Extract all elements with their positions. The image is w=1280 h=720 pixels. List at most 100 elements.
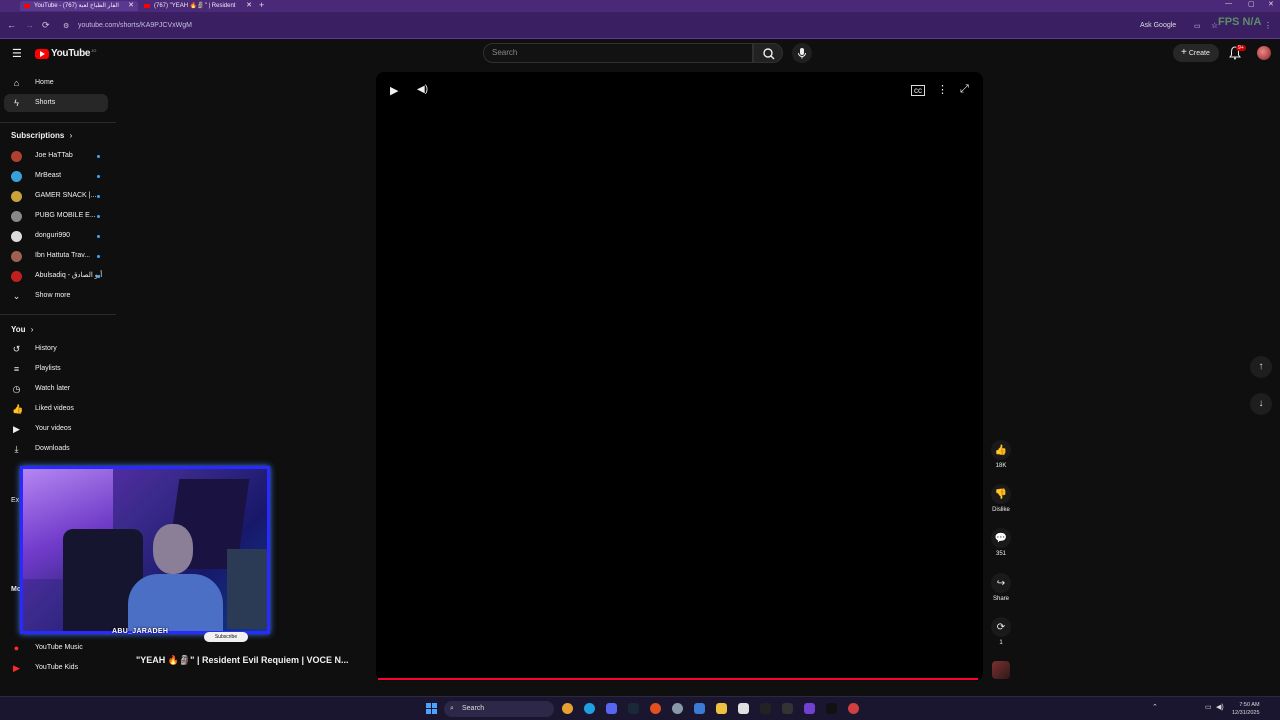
sidebar-item-label: Watch later [35, 385, 71, 392]
sidebar-item-label: YouTube Kids [35, 664, 79, 671]
account-avatar[interactable] [1257, 46, 1271, 60]
streamer-head [153, 524, 193, 574]
close-window-icon[interactable]: ✕ [1268, 0, 1274, 8]
search-input[interactable]: Search [483, 43, 753, 63]
sidebar-item-subscription[interactable]: Joe HaTTab [4, 147, 108, 165]
chrome-icon[interactable] [562, 703, 573, 714]
url-field[interactable]: youtube.com/shorts/KA9PJCVxWgM [78, 22, 192, 29]
notification-count-badge: 9+ [1236, 45, 1246, 51]
sidebar-item-downloads[interactable]: ⤓ Downloads [4, 440, 108, 458]
cast-icon[interactable]: ▭ [1194, 22, 1201, 30]
terminal-icon[interactable] [826, 703, 837, 714]
file-explorer-icon[interactable] [716, 703, 727, 714]
wifi-icon[interactable]: ▭ [1205, 703, 1212, 711]
channel-avatar [11, 171, 22, 182]
chrome-active-icon[interactable] [848, 703, 859, 714]
teams-icon[interactable] [804, 703, 815, 714]
forward-icon[interactable]: → [25, 20, 34, 30]
close-tab-icon[interactable]: ✕ [246, 1, 252, 11]
more-options-icon[interactable]: ⋮ [937, 83, 948, 96]
share-button[interactable]: ↪ Share [986, 573, 1016, 602]
channel-avatar [11, 211, 22, 222]
video-progress-bar[interactable] [378, 678, 978, 680]
ask-google-button[interactable]: Ask Google [1140, 22, 1176, 29]
previous-short-button[interactable]: ↑ [1250, 356, 1272, 378]
new-tab-button[interactable]: + [259, 0, 264, 10]
shorts-video-player[interactable]: ▶ ◀) cc ⋮ ⤢ [376, 72, 983, 681]
chevron-down-icon: ⌄ [12, 291, 21, 301]
microphone-icon [798, 48, 806, 59]
youtube-logo[interactable]: YouTube JO [35, 48, 96, 59]
hamburger-menu-icon[interactable]: ☰ [12, 47, 22, 60]
sidebar-item-subscription[interactable]: PUBG MOBILE E... [4, 207, 108, 225]
sidebar-item-shorts[interactable]: ϟ Shorts [4, 94, 108, 112]
volume-tray-icon[interactable]: ◀) [1216, 703, 1224, 711]
menu-dots-icon[interactable]: ⋮ [1264, 21, 1272, 30]
downloads-icon: ⤓ [14, 444, 19, 454]
like-button[interactable]: 👍 18K [986, 440, 1016, 469]
app-icon[interactable] [782, 703, 793, 714]
sidebar-item-subscription[interactable]: Ibn Hattuta Trav... [4, 247, 108, 265]
notepad-icon[interactable] [738, 703, 749, 714]
you-heading[interactable]: You › [11, 325, 33, 334]
sidebar-item-youtube-kids[interactable]: ▶ YouTube Kids [4, 659, 108, 677]
reload-icon[interactable]: ⟳ [42, 20, 50, 31]
sidebar-item-watch-later[interactable]: ◷ Watch later [4, 380, 108, 398]
comments-button[interactable]: 💬 351 [986, 528, 1016, 557]
browser-tab-1[interactable]: YouTube - (767) الفار الطباخ لعبة ✕ [20, 1, 138, 11]
windows-start-icon[interactable] [426, 703, 437, 714]
sidebar-item-history[interactable]: ↺ History [4, 340, 108, 358]
youtube-favicon-icon [24, 4, 30, 8]
taskbar-search[interactable]: ⌕ Search [444, 701, 554, 717]
back-icon[interactable]: ← [7, 20, 16, 30]
thumbs-up-icon: 👍 [991, 440, 1011, 460]
sidebar-item-liked-videos[interactable]: 👍 Liked videos [4, 400, 108, 418]
remix-button[interactable]: ⟳ 1 [986, 617, 1016, 646]
voice-search-button[interactable] [792, 43, 812, 63]
sidebar-item-label: PUBG MOBILE E... [35, 212, 96, 219]
divider [0, 314, 116, 315]
streamer-name: ABU_JARADEH [112, 628, 169, 635]
search-button[interactable] [753, 43, 783, 63]
sidebar-item-youtube-music[interactable]: ● YouTube Music [4, 639, 108, 657]
video-title[interactable]: "YEAH 🔥🗿" | Resident Evil Requiem | VOCE… [136, 655, 349, 666]
sidebar-item-label: Liked videos [35, 405, 74, 412]
brave-icon[interactable] [650, 703, 661, 714]
subscribe-button[interactable]: Subscribe [204, 632, 248, 642]
close-tab-icon[interactable]: ✕ [128, 1, 134, 11]
obs-icon[interactable] [672, 703, 683, 714]
sidebar-item-home[interactable]: ⌂ Home [4, 74, 108, 92]
sidebar-item-subscription[interactable]: donguri990 [4, 227, 108, 245]
system-clock[interactable]: 7:50 AM 12/31/2025 [1232, 701, 1260, 717]
fullscreen-icon[interactable]: ⤢ [960, 83, 969, 96]
store-icon[interactable] [694, 703, 705, 714]
discord-icon[interactable] [606, 703, 617, 714]
play-icon[interactable]: ▶ [390, 84, 398, 97]
fps-overlay: FPS N/A [1218, 16, 1262, 28]
sidebar-item-subscription[interactable]: MrBeast [4, 167, 108, 185]
create-button[interactable]: + Create [1173, 44, 1219, 62]
sidebar-item-your-videos[interactable]: ▶ Your videos [4, 420, 108, 438]
steam-icon[interactable] [628, 703, 639, 714]
subscriptions-heading[interactable]: Subscriptions › [11, 131, 72, 140]
history-icon: ↺ [12, 344, 21, 354]
maximize-icon[interactable]: ▢ [1248, 0, 1255, 8]
browser-tab-2[interactable]: (767) "YEAH 🔥🗿" | Resident ✕ [140, 1, 256, 11]
sidebar-item-subscription[interactable]: Abulsadiq - أبو الصادق [4, 267, 108, 285]
minimize-icon[interactable]: — [1225, 0, 1232, 7]
site-info-icon[interactable]: ⚙ [63, 22, 69, 30]
sidebar-item-show-more[interactable]: ⌄ Show more [4, 287, 108, 305]
comment-count: 351 [995, 551, 1006, 557]
system-tray-chevron-icon[interactable]: ⌃ [1152, 703, 1158, 711]
captions-icon[interactable]: cc [911, 85, 925, 96]
clock-date: 12/31/2025 [1232, 710, 1260, 716]
app-icon[interactable] [760, 703, 771, 714]
streamer [123, 524, 223, 631]
sidebar-item-playlists[interactable]: ≡ Playlists [4, 360, 108, 378]
volume-icon[interactable]: ◀) [417, 84, 428, 95]
dislike-button[interactable]: 👎 Dislike [986, 484, 1016, 513]
next-short-button[interactable]: ↓ [1250, 393, 1272, 415]
edge-icon[interactable] [584, 703, 595, 714]
sidebar-item-subscription[interactable]: GAMER SNACK |... [4, 187, 108, 205]
channel-thumbnail[interactable] [992, 661, 1010, 679]
